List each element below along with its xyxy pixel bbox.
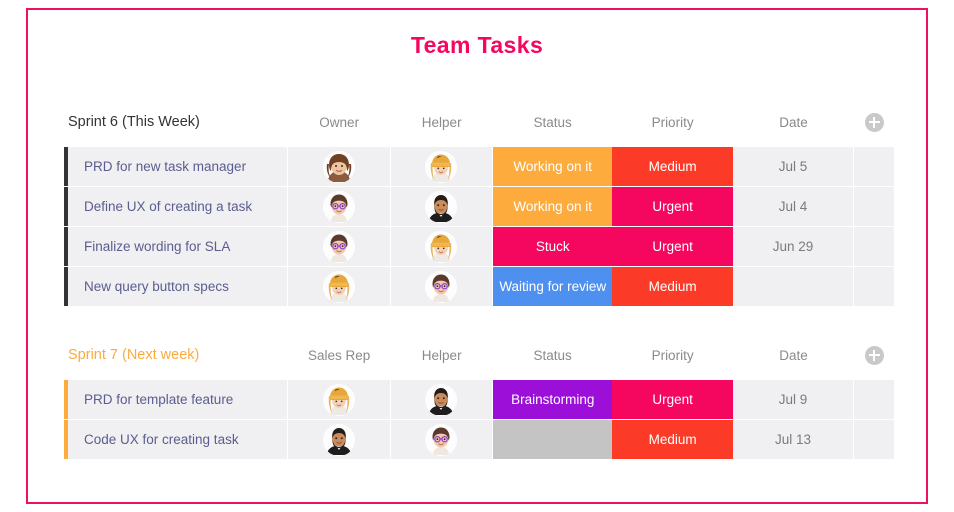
column-header-date[interactable]: Date [733,348,854,363]
table-row[interactable]: PRD for template feature Brainstorming Urg… [64,380,895,419]
app-frame: Team Tasks Sprint 6 (This Week) Owner He… [26,8,928,504]
column-header-priority[interactable]: Priority [612,115,732,130]
helper-avatar-cell[interactable] [390,187,493,226]
task-name-cell[interactable]: Finalize wording for SLA [68,227,288,266]
table-row[interactable]: Define UX of creating a task Working on i… [64,187,895,226]
date-cell[interactable]: Jun 29 [732,227,855,266]
owner-avatar-cell[interactable] [288,147,391,186]
status-cell[interactable]: Working on it [493,147,613,186]
date-cell[interactable]: Jul 13 [732,420,855,459]
column-header-helper[interactable]: Helper [390,348,493,363]
woman-glasses-short-hair-avatar [322,230,355,263]
page-title: Team Tasks [410,32,544,58]
board-header-row: Sprint 7 (Next week) Sales Rep Helper St… [64,339,894,371]
board-sprint-6: Sprint 6 (This Week) Owner Helper Status… [64,106,895,307]
board-rows-sprint-7: PRD for template feature Brainstorming Urg… [64,380,895,459]
add-column-cell [854,112,894,132]
empty-cell[interactable] [854,147,895,186]
woman-orange-beanie-avatar [425,230,458,263]
owner-avatar-cell[interactable] [288,380,391,419]
priority-cell[interactable]: Medium [612,147,733,186]
empty-cell[interactable] [854,187,895,226]
woman-glasses-short-hair-avatar [425,423,458,456]
column-header-status[interactable]: Status [493,348,612,363]
plus-circle-icon[interactable] [864,345,884,365]
woman-brown-wavy-hair-avatar [322,150,355,183]
column-header-priority[interactable]: Priority [612,348,732,363]
empty-cell[interactable] [854,227,895,266]
column-header-owner[interactable]: Owner [288,115,391,130]
man-beard-black-shirt-avatar [425,190,458,223]
helper-avatar-cell[interactable] [390,227,493,266]
table-row[interactable]: Finalize wording for SLA Stuck Urgent Jun 2… [64,227,895,266]
column-header-helper[interactable]: Helper [390,115,493,130]
group-title-sprint-7[interactable]: Sprint 7 (Next week) [64,347,288,363]
woman-orange-beanie-avatar [322,383,355,416]
board-header-row: Sprint 6 (This Week) Owner Helper Status… [64,106,894,138]
owner-avatar-cell[interactable] [288,420,391,459]
task-name-cell[interactable]: New query button specs [68,267,288,306]
priority-cell[interactable]: Urgent [612,380,733,419]
table-row[interactable]: New query button specs Waiting for review… [64,267,895,306]
man-beard-black-shirt-avatar [322,423,355,456]
priority-cell[interactable]: Urgent [612,227,733,266]
priority-cell[interactable]: Medium [612,267,733,306]
status-cell[interactable]: Brainstorming [493,380,613,419]
task-name-cell[interactable]: Define UX of creating a task [68,187,288,226]
column-header-date[interactable]: Date [733,115,854,130]
task-name-cell[interactable]: Code UX for creating task [68,420,288,459]
task-name-cell[interactable]: PRD for template feature [68,380,288,419]
owner-avatar-cell[interactable] [288,227,391,266]
helper-avatar-cell[interactable] [390,420,493,459]
woman-glasses-short-hair-avatar [322,190,355,223]
woman-glasses-short-hair-avatar [425,270,458,303]
add-column-cell [854,345,894,365]
plus-circle-icon[interactable] [864,112,884,132]
helper-avatar-cell[interactable] [390,147,493,186]
task-name-cell[interactable]: PRD for new task manager [68,147,288,186]
helper-avatar-cell[interactable] [390,380,493,419]
date-cell[interactable]: Jul 5 [732,147,855,186]
table-row[interactable]: PRD for new task manager Working on it Med… [64,147,895,186]
empty-cell[interactable] [854,420,895,459]
priority-cell[interactable]: Medium [612,420,733,459]
status-cell[interactable]: Waiting for review [493,267,613,306]
owner-avatar-cell[interactable] [288,187,391,226]
empty-cell[interactable] [854,380,895,419]
man-beard-black-shirt-avatar [425,383,458,416]
status-cell[interactable]: Stuck [493,227,613,266]
woman-orange-beanie-avatar [322,270,355,303]
group-title-sprint-6[interactable]: Sprint 6 (This Week) [64,114,288,130]
date-cell[interactable] [732,267,855,306]
date-cell[interactable]: Jul 4 [732,187,855,226]
column-header-sales-rep[interactable]: Sales Rep [288,348,391,363]
helper-avatar-cell[interactable] [390,267,493,306]
date-cell[interactable]: Jul 9 [732,380,855,419]
priority-cell[interactable]: Urgent [612,187,733,226]
table-row[interactable]: Code UX for creating task Medium Jul 13 [64,420,895,459]
board-sprint-7: Sprint 7 (Next week) Sales Rep Helper St… [64,339,895,460]
board-rows-sprint-6: PRD for new task manager Working on it Med… [64,147,895,306]
empty-cell[interactable] [854,267,895,306]
status-cell[interactable]: Working on it [493,187,613,226]
status-cell[interactable] [493,420,613,459]
column-header-status[interactable]: Status [493,115,612,130]
owner-avatar-cell[interactable] [288,267,391,306]
woman-orange-beanie-avatar [425,150,458,183]
